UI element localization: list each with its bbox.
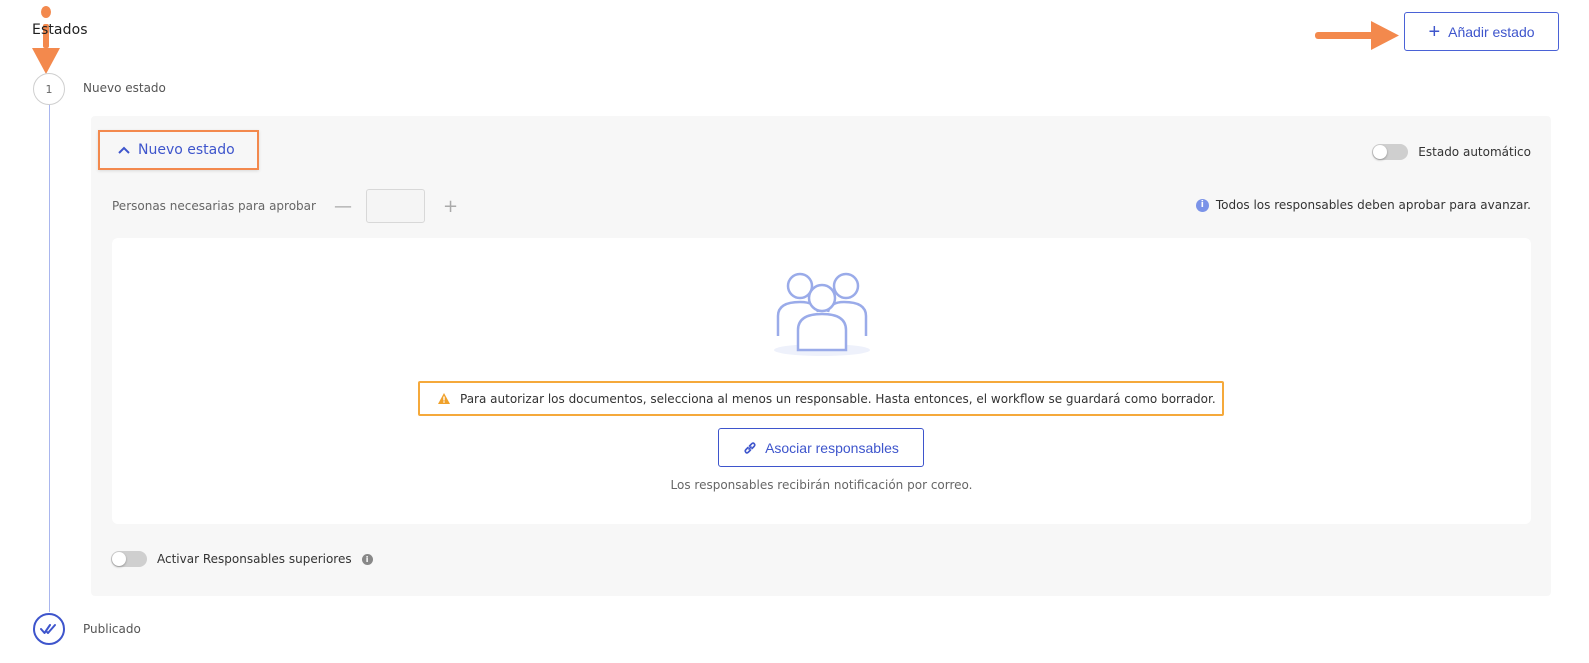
published-step-badge (33, 613, 65, 645)
step-label: Nuevo estado (83, 81, 166, 95)
step-number: 1 (45, 82, 53, 96)
step-number-badge: 1 (33, 73, 65, 105)
add-state-button[interactable]: + Añadir estado (1404, 12, 1559, 51)
superiors-setting: Activar Responsables superiores i (111, 551, 373, 567)
chevron-up-icon (118, 146, 130, 154)
annotation-arrow-right-icon (1315, 21, 1399, 50)
timeline-line (49, 104, 50, 612)
responsibles-card: Para autorizar los documentos, seleccion… (112, 238, 1531, 524)
notify-text: Los responsables recibirán notificación … (670, 478, 973, 492)
info-note-text: Todos los responsables deben aprobar par… (1215, 198, 1531, 212)
superiors-toggle[interactable] (111, 551, 147, 567)
state-collapse-label: Nuevo estado (138, 142, 235, 158)
associate-responsibles-label: Asociar responsables (765, 439, 899, 456)
section-title: Estados (32, 22, 88, 38)
add-state-label: Añadir estado (1448, 23, 1535, 40)
approvers-input[interactable] (365, 189, 425, 223)
approvers-increment-button[interactable]: + (443, 196, 458, 217)
approvers-label: Personas necesarias para aprobar (112, 199, 316, 213)
auto-state-label: Estado automático (1418, 145, 1531, 159)
approvers-decrement-button[interactable]: — (334, 196, 352, 217)
info-icon: i (1195, 198, 1209, 212)
plus-icon: + (1428, 20, 1441, 43)
associate-responsibles-button[interactable]: Asociar responsables (718, 428, 924, 467)
auto-state-toggle[interactable] (1372, 144, 1409, 160)
superiors-label: Activar Responsables superiores (157, 552, 352, 566)
draft-warning: Para autorizar los documentos, seleccion… (418, 381, 1224, 416)
published-label: Publicado (83, 622, 141, 636)
warning-icon (438, 393, 450, 404)
auto-state-setting: Estado automático (1372, 144, 1531, 160)
approvers-row: Personas necesarias para aprobar — + (112, 189, 458, 223)
superiors-info-icon[interactable]: i (361, 553, 373, 565)
draft-warning-text: Para autorizar los documentos, seleccion… (460, 391, 1216, 406)
double-check-icon (40, 624, 56, 634)
workflow-states-page: Estados + Añadir estado 1 Nuevo estado N… (0, 0, 1589, 663)
people-group-icon (774, 272, 870, 356)
annotation-arrow-down-icon (32, 6, 60, 74)
link-icon (744, 441, 756, 454)
state-collapse-toggle[interactable]: Nuevo estado (98, 130, 259, 170)
info-note: i Todos los responsables deben aprobar p… (1195, 198, 1531, 212)
state-panel: Nuevo estado Estado automático Personas … (91, 116, 1551, 596)
